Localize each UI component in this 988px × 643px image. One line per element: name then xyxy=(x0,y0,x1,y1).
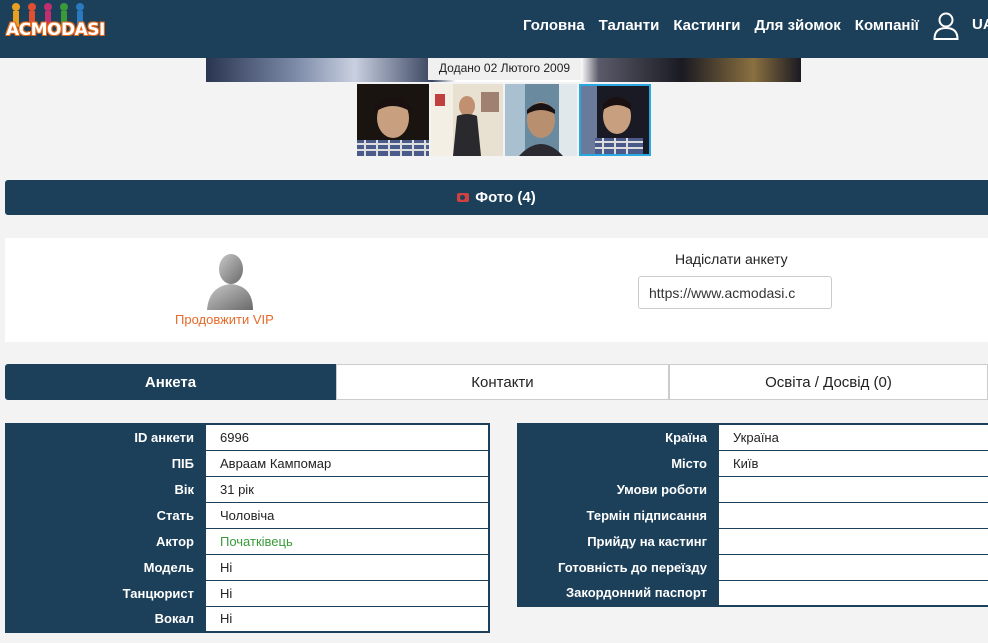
table-row: Вік 31 рік xyxy=(6,475,489,502)
row-value: 31 рік xyxy=(206,475,489,502)
photos-toggle-button[interactable]: Фото (4) xyxy=(5,180,988,215)
tab-profile[interactable]: Анкета xyxy=(5,364,336,400)
avatar-placeholder-icon xyxy=(207,254,253,310)
tab-contacts[interactable]: Контакти xyxy=(336,364,669,400)
profile-tabs: Анкета Контакти Освіта / Досвід (0) xyxy=(5,364,988,400)
row-value: Ні xyxy=(206,605,489,632)
language-switch[interactable]: UA xyxy=(972,16,988,33)
row-value: 6996 xyxy=(206,424,489,450)
table-row: Закордонний паспорт xyxy=(518,579,988,606)
table-row: ПІБ Авраам Кампомар xyxy=(6,449,489,476)
photo-thumbnail[interactable] xyxy=(505,84,577,156)
row-value: Україна xyxy=(719,424,988,450)
logo-text: ACMODASI xyxy=(6,20,105,40)
row-value xyxy=(719,553,988,580)
row-key: Термін підписання xyxy=(518,501,719,528)
row-value xyxy=(719,501,988,528)
main-nav: Головна Таланти Кастинги Для зйомок Комп… xyxy=(523,0,933,50)
table-row: Модель Ні xyxy=(6,553,489,580)
table-row: Готовність до переїзду xyxy=(518,553,988,580)
row-value: Чоловіча xyxy=(206,501,489,528)
nav-for-shooting[interactable]: Для зйомок xyxy=(754,17,840,34)
row-key: Вік xyxy=(6,475,206,502)
row-value: Авраам Кампомар xyxy=(206,449,489,476)
row-key: Готовність до переїзду xyxy=(518,553,719,580)
row-value: Київ xyxy=(719,449,988,476)
nav-companies[interactable]: Компанії xyxy=(855,17,919,34)
send-profile-title: Надіслати анкету xyxy=(675,251,788,267)
table-row: Танцюрист Ні xyxy=(6,579,489,606)
row-key: Умови роботи xyxy=(518,475,719,502)
photo-thumbnail[interactable] xyxy=(431,84,503,156)
site-logo[interactable]: ACMODASI xyxy=(6,2,105,50)
photo-thumbnail-active[interactable] xyxy=(579,84,651,156)
row-value: Ні xyxy=(206,579,489,606)
row-value: Ні xyxy=(206,553,489,580)
photos-label: Фото (4) xyxy=(475,189,536,206)
nav-home[interactable]: Головна xyxy=(523,17,585,34)
row-key: Модель xyxy=(6,553,206,580)
profile-actions-panel: Продовжити VIP Надіслати анкету xyxy=(5,238,988,342)
table-row: Вокал Ні xyxy=(6,605,489,632)
thumbnail-strip xyxy=(357,84,653,156)
table-row: ID анкети 6996 xyxy=(6,424,489,450)
table-row: Місто Київ xyxy=(518,449,988,476)
table-row: Країна Україна xyxy=(518,424,988,450)
row-value xyxy=(719,527,988,554)
row-key: Закордонний паспорт xyxy=(518,579,719,606)
row-key: Стать xyxy=(6,501,206,528)
nav-castings[interactable]: Кастинги xyxy=(673,17,740,34)
table-row: Стать Чоловіча xyxy=(6,501,489,528)
table-row: Умови роботи xyxy=(518,475,988,502)
row-key: ПІБ xyxy=(6,449,206,476)
extend-vip-link[interactable]: Продовжити VIP xyxy=(175,312,274,327)
row-key: Прийду на кастинг xyxy=(518,527,719,554)
location-info-table: Країна Україна Місто Київ Умови роботи Тер… xyxy=(517,423,988,607)
row-value xyxy=(719,475,988,502)
table-row: Термін підписання xyxy=(518,501,988,528)
table-row: Прийду на кастинг xyxy=(518,527,988,554)
row-key: Країна xyxy=(518,424,719,450)
photo-thumbnail[interactable] xyxy=(357,84,429,156)
top-navbar: ACMODASI Головна Таланти Кастинги Для зй… xyxy=(0,0,988,58)
profile-url-field[interactable] xyxy=(638,276,832,309)
camera-icon xyxy=(457,193,470,202)
row-key: Вокал xyxy=(6,605,206,632)
user-icon[interactable] xyxy=(933,12,959,40)
row-key: Актор xyxy=(6,527,206,554)
row-value xyxy=(719,579,988,606)
main-photo[interactable]: Додано 02 Лютого 2009 xyxy=(206,58,801,82)
row-key: Танцюрист xyxy=(6,579,206,606)
photo-caption: Додано 02 Лютого 2009 xyxy=(428,58,581,80)
row-key: ID анкети xyxy=(6,424,206,450)
profile-info-table: ID анкети 6996 ПІБ Авраам Кампомар Вік 31 р… xyxy=(5,423,490,633)
row-key: Місто xyxy=(518,449,719,476)
tab-education-experience[interactable]: Освіта / Досвід (0) xyxy=(669,364,988,400)
nav-talents[interactable]: Таланти xyxy=(599,17,660,34)
table-row: Актор Початківець xyxy=(6,527,489,554)
row-value-level: Початківець xyxy=(206,527,489,554)
